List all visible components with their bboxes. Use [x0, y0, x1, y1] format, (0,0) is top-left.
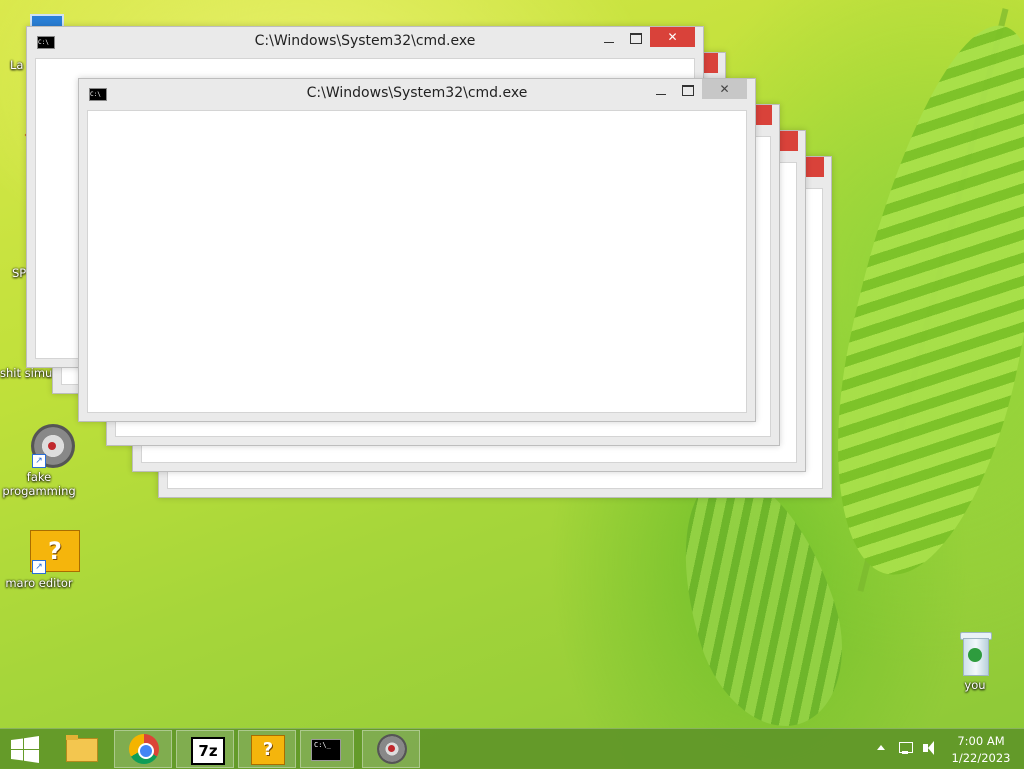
close-button[interactable]: ✕: [702, 79, 747, 99]
window-title: C:\Windows\System32\cmd.exe: [254, 33, 476, 49]
taskbar-chrome[interactable]: [114, 730, 172, 768]
cmd-window-2[interactable]: C:\ C:\Windows\System32\cmd.exe ✕: [78, 78, 756, 422]
desktop-icon-maro-editor[interactable]: ? ↗ maro editor: [0, 528, 80, 590]
aperture-icon: [377, 734, 407, 764]
desktop-icon-fake-programming[interactable]: ↗ fake progamming: [0, 422, 78, 498]
taskbar: 7z ? C:\_ 7:00 AM 1/22/2023: [0, 728, 1024, 769]
cmd-icon: C:\_: [311, 739, 341, 761]
clock-date: 1/22/2023: [951, 751, 1011, 765]
window-client[interactable]: [87, 110, 747, 413]
clock[interactable]: 7:00 AM 1/22/2023: [946, 729, 1016, 769]
taskbar-file-explorer[interactable]: [52, 730, 110, 768]
minimize-button[interactable]: [655, 86, 667, 98]
taskbar-fake-programming[interactable]: [362, 730, 420, 768]
close-button[interactable]: ✕: [650, 27, 695, 47]
desktop-icon-label: maro editor: [5, 576, 73, 590]
desktop-icon-label: fake progamming: [2, 470, 76, 498]
folder-tab: [66, 735, 78, 740]
taskbar-question-block[interactable]: ?: [238, 730, 296, 768]
question-block-icon: ? ↗: [16, 528, 80, 574]
network-icon[interactable]: [896, 729, 916, 769]
7zip-icon: 7z: [191, 737, 225, 765]
desktop-icon-recycle-bin[interactable]: you: [936, 630, 1014, 692]
title-bar[interactable]: C:\ C:\Windows\System32\cmd.exe ✕: [27, 27, 703, 57]
windows-logo-icon: [11, 736, 39, 763]
chevron-up-icon: [877, 745, 885, 750]
aperture-icon: ↗: [16, 422, 75, 468]
recycle-bin-icon: [952, 630, 998, 676]
question-block-icon: ?: [251, 735, 285, 765]
wallpaper-leaf: [803, 8, 1024, 592]
folder-icon: [66, 738, 98, 762]
shortcut-arrow-icon: ↗: [32, 560, 46, 574]
taskbar-cmd[interactable]: C:\_: [300, 730, 354, 768]
maximize-button[interactable]: [682, 85, 694, 96]
start-button[interactable]: [0, 730, 50, 768]
maximize-button[interactable]: [630, 33, 642, 44]
shortcut-arrow-icon: ↗: [32, 454, 46, 468]
volume-icon[interactable]: [920, 729, 940, 769]
title-bar[interactable]: C:\ C:\Windows\System32\cmd.exe ✕: [79, 79, 755, 109]
clock-time: 7:00 AM: [957, 734, 1005, 748]
show-hidden-icons-button[interactable]: [872, 729, 890, 769]
wallpaper-leaf-small: [653, 454, 867, 746]
desktop-icon-label: you: [964, 678, 986, 692]
chrome-icon: [129, 734, 159, 764]
taskbar-7zip[interactable]: 7z: [176, 730, 234, 768]
window-title: C:\Windows\System32\cmd.exe: [306, 85, 528, 101]
minimize-button[interactable]: [603, 34, 615, 46]
